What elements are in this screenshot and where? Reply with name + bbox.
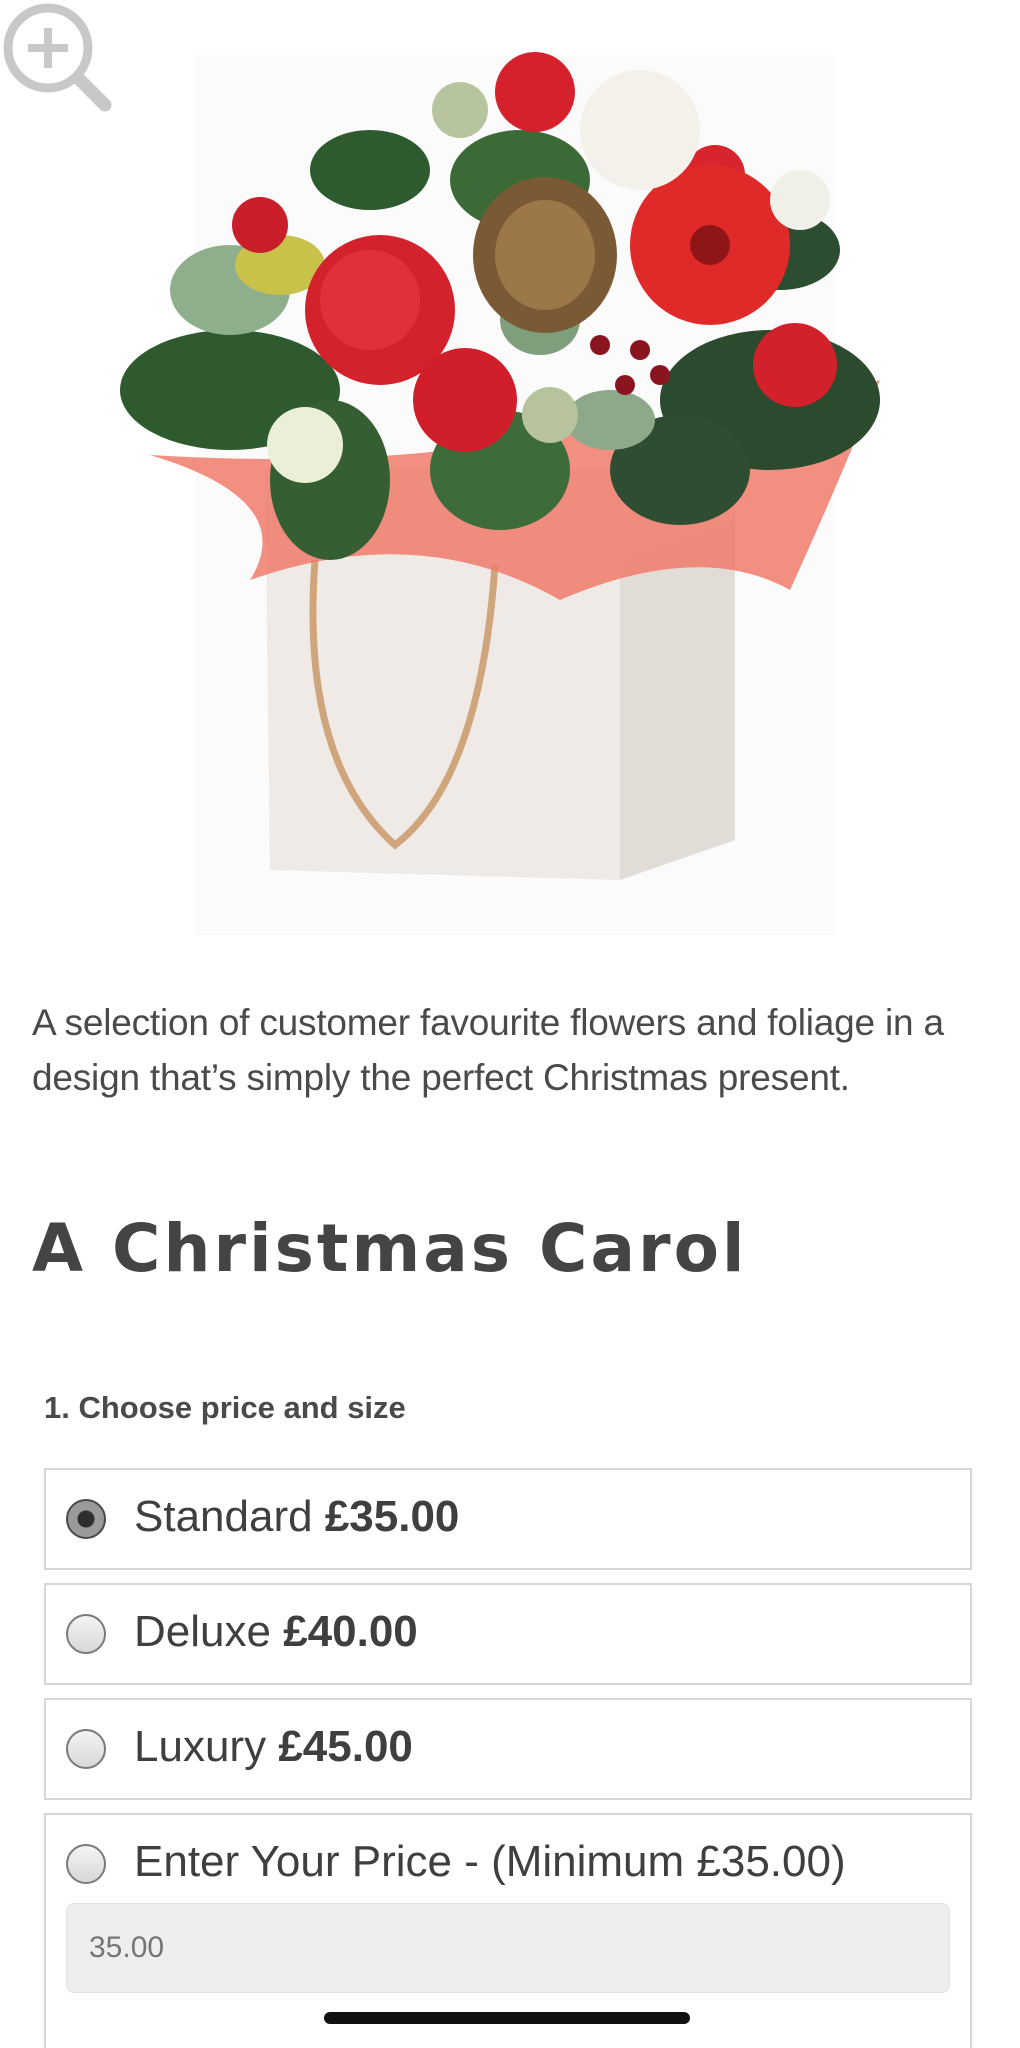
bouquet-illustration [120,52,880,935]
option-name: Standard [134,1492,313,1541]
option-deluxe[interactable]: Deluxe £40.00 [44,1583,972,1685]
product-description: A selection of customer favourite flower… [32,1002,944,1098]
custom-price-label: Enter Your Price - (Minimum £35.00) [134,1837,846,1886]
product-image[interactable] [0,0,1020,960]
custom-price-radio[interactable] [66,1844,106,1884]
option-luxury[interactable]: Luxury £45.00 [44,1698,972,1800]
custom-price-input[interactable] [66,1903,950,1993]
option-name: Deluxe [134,1607,271,1656]
option-deluxe-text: Deluxe £40.00 [134,1607,418,1657]
option-luxury-text: Luxury £45.00 [134,1722,413,1772]
option-standard[interactable]: Standard £35.00 [44,1468,972,1570]
luxury-radio[interactable] [66,1729,106,1769]
standard-radio[interactable] [66,1499,106,1539]
zoom-in-icon[interactable] [0,0,116,116]
product-title: A Christmas Carol [32,1210,748,1287]
option-name: Luxury [134,1722,267,1771]
option-price: £40.00 [283,1607,418,1656]
option-price: £35.00 [324,1492,460,1541]
deluxe-radio[interactable] [66,1614,106,1654]
price-size-label: 1. Choose price and size [44,1390,406,1425]
option-price: £45.00 [278,1722,413,1771]
home-indicator[interactable] [324,2012,690,2024]
option-standard-text: Standard £35.00 [134,1492,459,1542]
